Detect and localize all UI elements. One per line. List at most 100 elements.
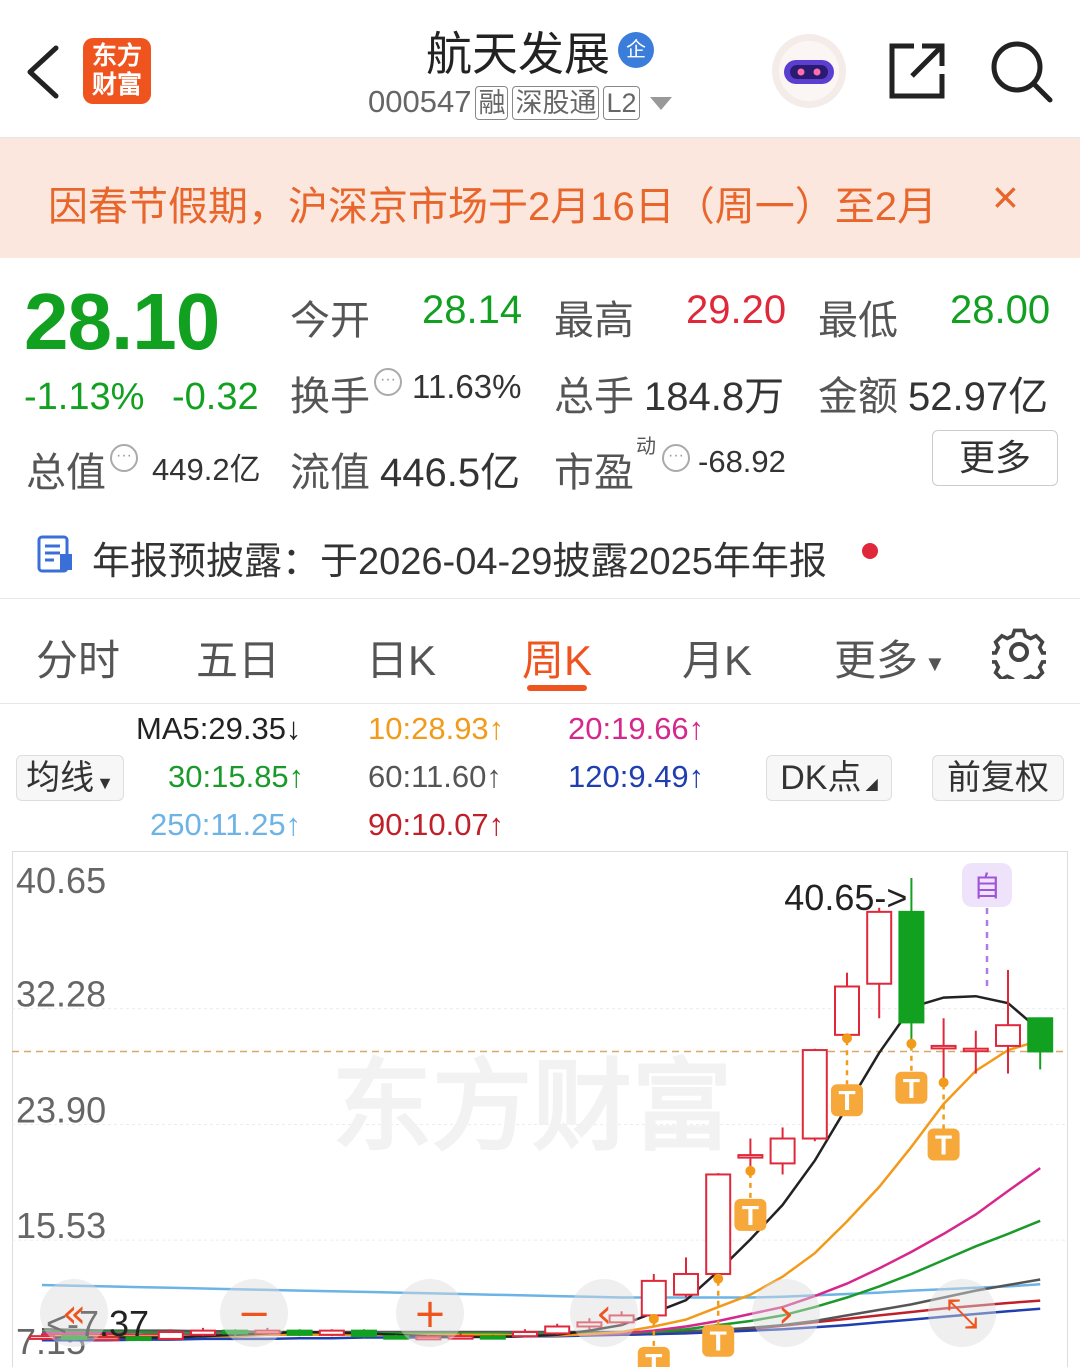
volume-value: 184.8万: [644, 375, 785, 419]
ma20-value: 20:19.66↑: [568, 711, 705, 746]
t-marker-dot: [906, 1038, 917, 1049]
t-marker-dot: [713, 1273, 724, 1284]
ma5-value: MA5:29.35↓: [136, 711, 302, 746]
float-cap-value: 446.5亿: [380, 451, 521, 495]
candle-body: [673, 1272, 699, 1296]
robot-assistant-icon[interactable]: [770, 32, 848, 110]
holiday-banner: 因春节假期，沪深京市场于2月16日（周一）至2月 ×: [0, 138, 1080, 258]
candle-body: [705, 1173, 732, 1275]
open-label: 今开: [290, 299, 370, 343]
candle-body: [737, 1154, 764, 1159]
candle-body: [640, 1279, 667, 1317]
t-marker-label: T: [710, 1326, 727, 1357]
gear-icon[interactable]: [992, 625, 1046, 679]
amount-label: 金额: [818, 375, 898, 419]
tag-l2: L2: [603, 86, 640, 120]
low-value: 28.00: [950, 288, 1051, 332]
pe-value: -68.92: [698, 444, 786, 479]
t-marker-label: T: [903, 1073, 920, 1104]
turnover-value: 11.63%: [412, 368, 522, 405]
market-cap-value: 449.2亿: [152, 452, 261, 487]
turnover-info-icon[interactable]: ···: [374, 368, 402, 396]
kline-chart[interactable]: 东方财富 40.6532.2823.9015.537.15 TTTT TT 自 4…: [12, 851, 1068, 1367]
t-marker-dot: [745, 1165, 756, 1176]
candle-body: [479, 1335, 506, 1340]
tab-intraday[interactable]: 分时: [36, 627, 120, 688]
candle-body: [190, 1329, 216, 1336]
more-quote-button[interactable]: 更多: [932, 430, 1058, 486]
dk-point-label: DK点: [780, 759, 862, 797]
search-icon[interactable]: [988, 38, 1054, 104]
candle-body: [544, 1325, 571, 1335]
ma90-value: 90:10.07↑: [368, 807, 505, 842]
expand-icon[interactable]: ⤡: [946, 1291, 978, 1337]
ma10-value: 10:28.93↑: [368, 711, 505, 746]
dk-point-button[interactable]: DK点 ◢: [766, 755, 892, 801]
tag-connect: 深股通: [512, 86, 600, 120]
candle-body: [930, 1044, 957, 1050]
amount-value: 52.97亿: [908, 375, 1049, 419]
candle-body: [898, 910, 925, 1024]
y-tick-label: 40.65: [16, 860, 106, 901]
market-cap-label: 总值: [26, 451, 106, 495]
active-tab-underline: [527, 685, 587, 691]
next-icon[interactable]: ›: [778, 1291, 794, 1337]
ma-selector[interactable]: 均线 ▼: [16, 755, 124, 801]
ma30-value: 30:15.85↑: [168, 759, 305, 794]
zoom-out-icon[interactable]: −: [237, 1291, 271, 1337]
t-marker-dot: [842, 1033, 852, 1044]
high-value: 29.20: [686, 288, 787, 332]
high-price-label: 40.65->: [784, 877, 907, 918]
tab-weekly-k[interactable]: 周K: [522, 627, 592, 688]
ma120-value: 120:9.49↑: [568, 759, 705, 794]
banner-close-icon[interactable]: ×: [992, 170, 1019, 224]
prev-icon[interactable]: ‹: [596, 1291, 612, 1337]
tab-more[interactable]: 更多 ▼: [834, 627, 946, 688]
pe-info-icon[interactable]: ···: [662, 444, 690, 472]
stock-name: 航天发展: [426, 28, 610, 80]
change-percent: -1.13%: [24, 376, 145, 418]
stock-code: 000547: [368, 84, 472, 119]
ma250-value: 250:11.25↑: [150, 807, 302, 842]
candle-body: [286, 1329, 313, 1336]
candle-body: [801, 1049, 828, 1140]
pe-dynamic-mark: 动: [636, 436, 656, 458]
candle-body: [318, 1329, 345, 1336]
share-icon[interactable]: [886, 40, 948, 102]
report-icon: [37, 535, 72, 573]
candle-body: [351, 1329, 377, 1338]
dropdown-arrow-icon[interactable]: [649, 97, 672, 111]
last-price: 28.10: [24, 277, 220, 366]
tab-more-label: 更多: [834, 637, 919, 684]
change-amount: -0.32: [172, 376, 259, 418]
t-marker-dot: [938, 1077, 949, 1088]
candle-body: [962, 1047, 989, 1053]
tab-monthly-k[interactable]: 月K: [682, 627, 752, 688]
turnover-label: 换手: [290, 375, 370, 419]
watermark: 东方财富: [332, 1051, 732, 1163]
t-marker-label: T: [645, 1348, 662, 1367]
adjust-button[interactable]: 前复权: [932, 755, 1064, 801]
market-cap-info-icon[interactable]: ···: [110, 444, 138, 472]
candle-body: [383, 1335, 410, 1340]
dk-corner-icon: ◢: [865, 776, 878, 793]
tab-daily-k[interactable]: 日K: [366, 627, 436, 688]
t-marker-label: T: [838, 1085, 855, 1116]
ma-selector-arrow-icon: ▼: [96, 773, 114, 793]
t-marker-dot: [648, 1313, 659, 1324]
rewind-icon[interactable]: «: [62, 1291, 86, 1337]
candle-body: [995, 1024, 1021, 1047]
ma60-value: 60:11.60↑: [368, 759, 502, 794]
candle-body: [866, 910, 893, 985]
ma-selector-label: 均线: [26, 759, 95, 797]
tab-more-arrow-icon: ▼: [924, 650, 946, 676]
stock-code-row[interactable]: 000547 融深股通 L2: [368, 84, 672, 120]
app-header: 东方 财富 航天发展企 000547 融深股通 L2: [0, 0, 1080, 138]
open-value: 28.14: [422, 288, 523, 332]
candle-body: [512, 1331, 538, 1338]
y-tick-label: 15.53: [16, 1205, 106, 1246]
enterprise-badge: 企: [618, 31, 654, 68]
tab-five-day[interactable]: 五日: [196, 627, 280, 688]
announcement-text[interactable]: 年报预披露：于2026-04-29披露2025年年报: [92, 530, 827, 585]
zoom-in-icon[interactable]: +: [413, 1291, 447, 1337]
